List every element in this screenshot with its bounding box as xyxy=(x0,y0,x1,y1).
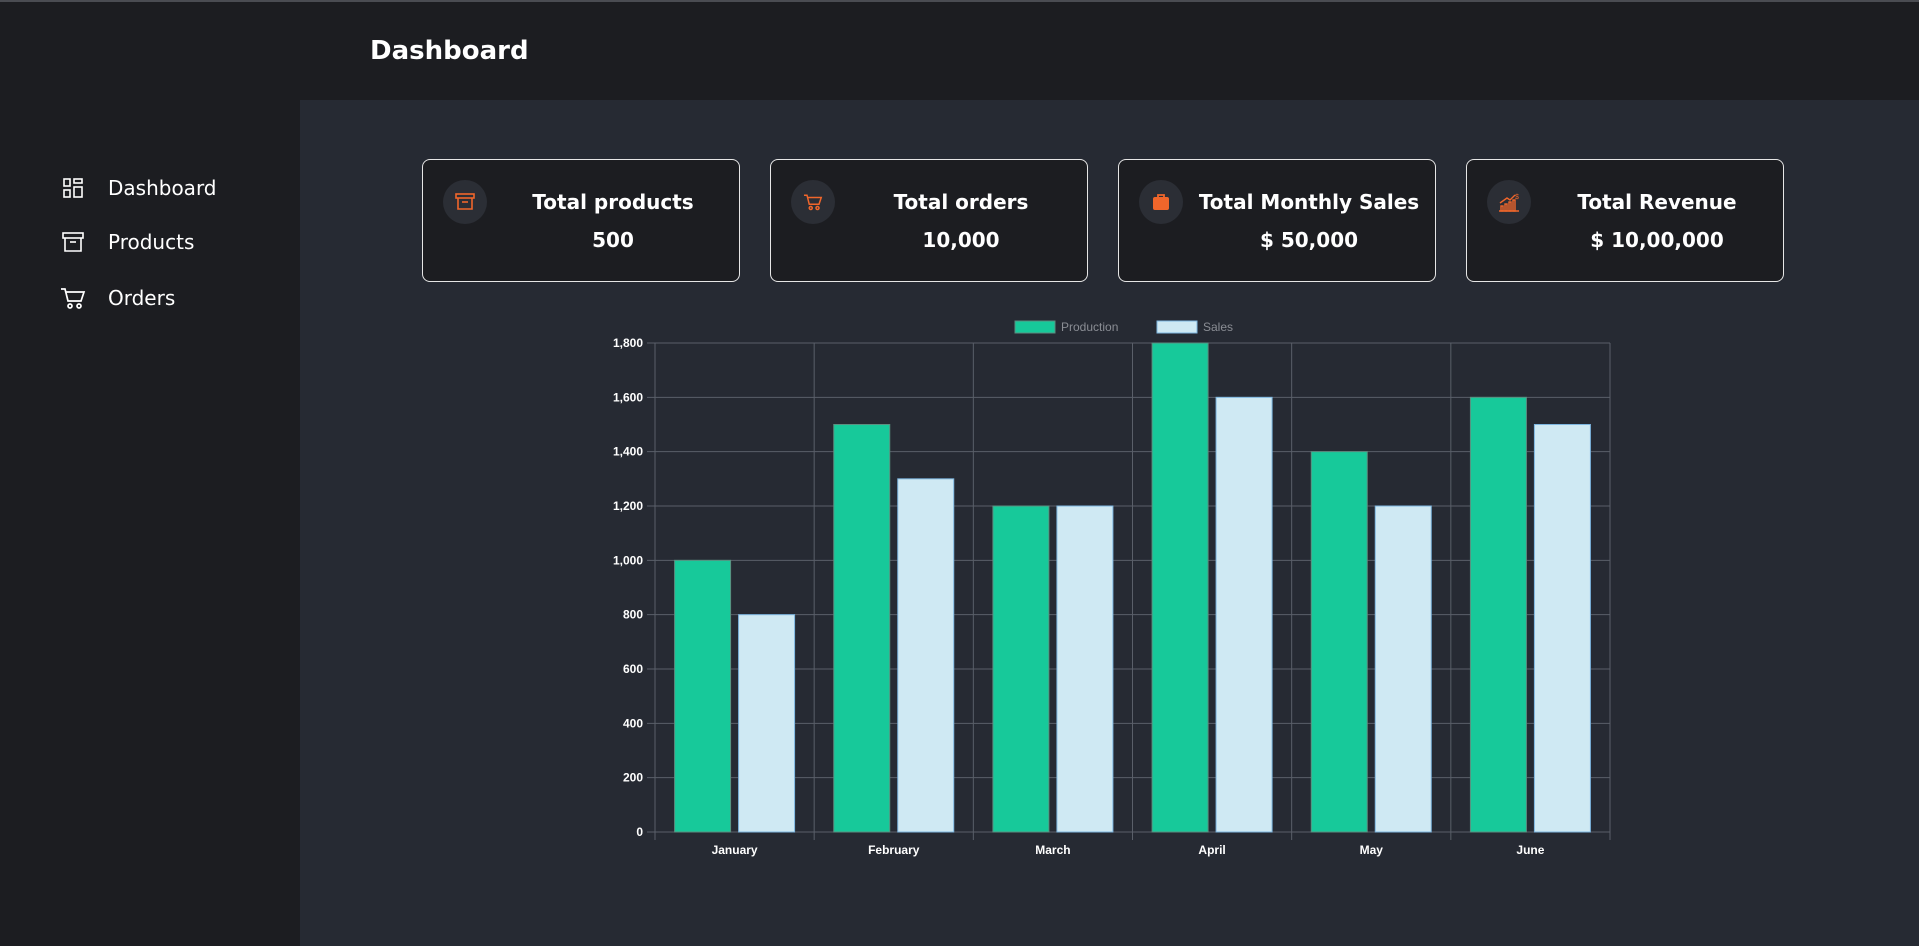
sidebar-item-label: Orders xyxy=(108,286,176,310)
page-title: Dashboard xyxy=(370,36,529,66)
y-tick-label: 1,000 xyxy=(613,553,643,567)
header: Dashboard xyxy=(0,2,1919,100)
bar-production xyxy=(833,424,891,833)
dashboard-icon xyxy=(60,175,86,201)
x-tick-label: June xyxy=(1516,843,1544,857)
bar-chart: 0 200 400 600 800 1,000 1,200 1,400 1,600 1,800 Ja… xyxy=(613,320,1611,857)
x-tick-label: February xyxy=(868,843,920,857)
bar-sales xyxy=(738,614,796,833)
x-tick-label: May xyxy=(1360,843,1384,857)
y-tick-label: 1,800 xyxy=(613,336,643,350)
sidebar-item-label: Products xyxy=(108,230,195,254)
y-tick-label: 1,200 xyxy=(613,499,643,513)
bar-sales xyxy=(1374,505,1432,833)
bar-production xyxy=(1151,342,1209,833)
sidebar: Dashboard Products Orders xyxy=(0,100,300,946)
y-tick-label: 0 xyxy=(636,825,643,839)
x-tick-label: March xyxy=(1035,843,1070,857)
archive-box-icon xyxy=(60,229,86,255)
bar-sales xyxy=(1533,424,1591,833)
legend-label-sales: Sales xyxy=(1203,320,1233,334)
bar-production xyxy=(1469,396,1527,833)
bar-sales xyxy=(897,478,955,833)
sidebar-item-orders[interactable]: Orders xyxy=(60,280,175,316)
bar-production xyxy=(1310,451,1368,833)
y-tick-label: 800 xyxy=(623,608,643,622)
bar-sales xyxy=(1215,396,1273,833)
y-tick-label: 600 xyxy=(623,662,643,676)
y-tick-label: 400 xyxy=(623,716,643,730)
legend-swatch-production xyxy=(1014,320,1056,334)
sidebar-item-dashboard[interactable]: Dashboard xyxy=(60,170,217,206)
bar-production xyxy=(992,505,1050,833)
legend-label-production: Production xyxy=(1061,320,1118,334)
x-tick-label: January xyxy=(712,843,758,857)
main-content: Total products 500 Total orders 10,000 T… xyxy=(300,100,1919,946)
sidebar-item-label: Dashboard xyxy=(108,176,217,200)
y-tick-label: 200 xyxy=(623,771,643,785)
legend-swatch-sales xyxy=(1156,320,1198,334)
y-tick-label: 1,400 xyxy=(613,445,643,459)
bar-production xyxy=(674,559,732,833)
bar-sales xyxy=(1056,505,1114,833)
x-tick-label: April xyxy=(1198,843,1225,857)
cart-icon xyxy=(60,285,86,311)
y-tick-label: 1,600 xyxy=(613,390,643,404)
sidebar-item-products[interactable]: Products xyxy=(60,224,194,260)
